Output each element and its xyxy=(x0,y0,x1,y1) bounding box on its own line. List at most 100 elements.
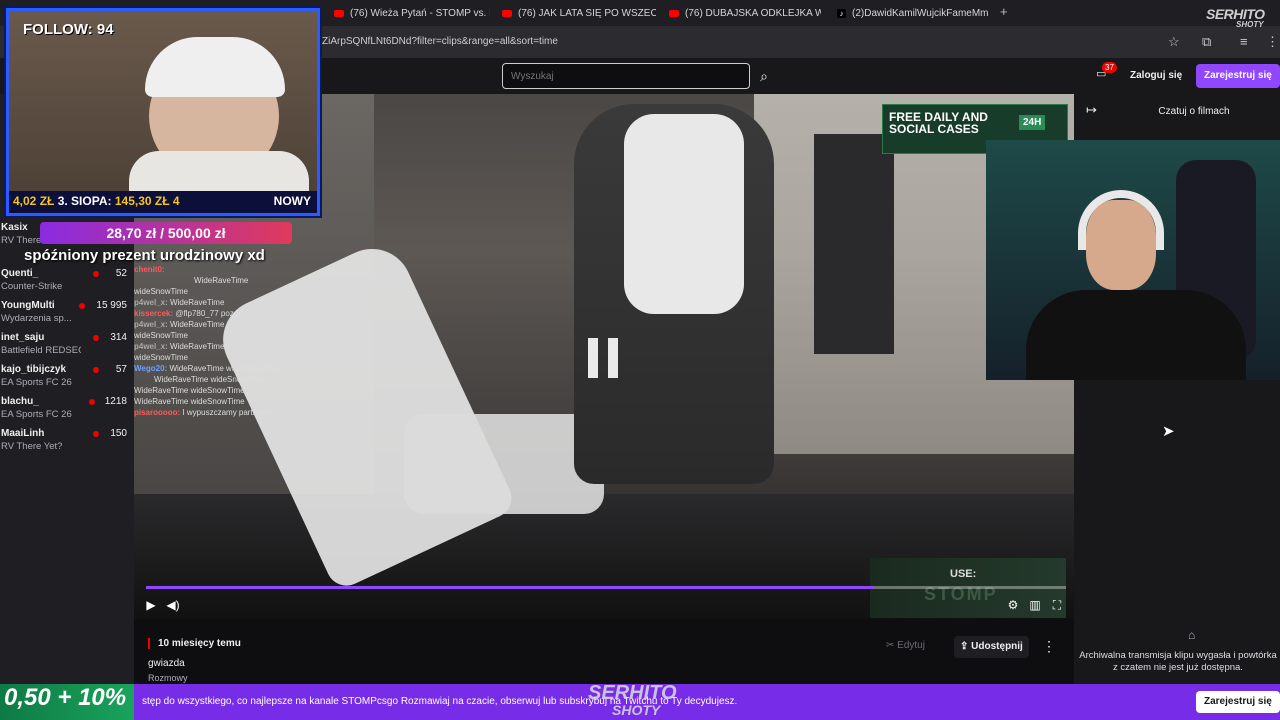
share-label: Udostępnij xyxy=(971,641,1023,652)
stats-value: 4 xyxy=(172,194,180,208)
channel-name: kajo_tibijczyk xyxy=(1,364,67,375)
chat-message: kissercek: @flp780_77 pozdro xyxy=(134,308,344,319)
promo-overlay: 0,50 + 10% xyxy=(0,684,134,720)
chat-panel-title: Czatuj o filmach xyxy=(1158,106,1230,117)
donation-goal-bar: 28,70 zł / 500,00 zł xyxy=(40,222,292,244)
viewer-count: 52 xyxy=(115,268,127,279)
menu-icon[interactable]: ⋮ xyxy=(1266,34,1279,50)
share-button[interactable]: ⇪ Udostępnij xyxy=(954,636,1029,658)
viewer-count: 15 995 xyxy=(96,300,127,311)
tab-label: (2)DawidKamilWujcikFameMm xyxy=(852,7,989,19)
channel-game: Battlefield REDSEC xyxy=(1,345,81,356)
url-text[interactable]: ZiArpSQNfLNt6DNd?filter=clips&range=all&… xyxy=(322,36,558,47)
chat-message: pisarooooo: I wypuszczamy partnerkę xyxy=(134,407,344,418)
chat-user: p4wel_x: xyxy=(134,320,168,329)
stream-chat-overlay: chenit0: WideRaveTime wideSnowTime p4wel… xyxy=(134,264,344,524)
viewer-count: 314 xyxy=(110,332,127,343)
chat-text: WideRaveTime xyxy=(170,342,225,351)
pause-icon[interactable] xyxy=(588,338,622,378)
browser-tab[interactable]: (76) Wieża Pytań - STOMP vs. M ✕ xyxy=(334,2,490,24)
headphones xyxy=(1078,190,1164,250)
volume-icon[interactable]: ◀) xyxy=(164,596,182,614)
channel-game: Wydarzenia sp... xyxy=(1,313,72,324)
notification-badge: 37 xyxy=(1102,62,1117,73)
archive-message: Archiwalna transmisja klipu wygasła i po… xyxy=(1079,650,1277,673)
bookmark-star-icon[interactable]: ☆ xyxy=(1168,34,1180,50)
video-progress-bar[interactable] xyxy=(146,586,1066,589)
chat-text: WideRaveTime wideSnowTime xyxy=(154,375,265,384)
youtube-icon xyxy=(669,9,679,17)
chat-message: WideRaveTime xyxy=(134,275,344,286)
sidebar-channel[interactable]: inet_saju Battlefield REDSEC 314 xyxy=(1,332,131,360)
chat-user: chenit0: xyxy=(134,265,165,274)
settings-icon[interactable]: ⚙ xyxy=(1004,596,1022,614)
channel-name: blachu_ xyxy=(1,396,39,407)
use-label: USE: xyxy=(950,568,977,580)
stats-value: 4,02 ZŁ xyxy=(13,194,55,208)
chat-text: WideRaveTime wideSnowTime xyxy=(134,397,245,406)
chat-message: WideRaveTime wideSnowTime xyxy=(134,385,344,396)
youtube-icon xyxy=(334,9,344,17)
chat-message: p4wel_x: WideRaveTime xyxy=(134,341,344,352)
sidebar-channel[interactable]: YoungMulti Wydarzenia sp... 15 995 xyxy=(1,300,131,328)
chat-message: p4wel_x: WideRaveTime xyxy=(134,297,344,308)
stream-stats-bar: 4,02 ZŁ 3. SIOPA: 145,30 ZŁ 4 NOWY xyxy=(9,191,317,213)
chat-user: Wego20: xyxy=(134,364,168,373)
viewer-count: 150 xyxy=(110,428,127,439)
chat-user: pisarooooo: xyxy=(134,408,181,417)
webcam-scene xyxy=(145,37,285,97)
archive-icon: ⌂ xyxy=(1188,628,1196,642)
search-icon[interactable]: ⌕ xyxy=(752,63,776,89)
media-icon[interactable]: ≡ xyxy=(1240,34,1248,49)
webcam-scene xyxy=(1026,290,1246,380)
browser-tab[interactable]: (76) JAK LATA SIĘ PO WSZECH ✕ xyxy=(502,2,656,24)
progress-fill xyxy=(146,586,873,589)
extensions-icon[interactable]: ⧉ xyxy=(1202,34,1211,50)
channel-name: Kasix xyxy=(1,222,28,233)
sidebar-channel[interactable]: kajo_tibijczyk EA Sports FC 26 57 xyxy=(1,364,131,392)
tiktok-icon: ♪ xyxy=(837,8,846,18)
clip-title: gwiazda xyxy=(148,658,185,669)
chat-message: WideRaveTime wideSnowTime xyxy=(134,396,344,407)
live-indicator-icon xyxy=(93,367,99,373)
theater-mode-icon[interactable]: ▥ xyxy=(1026,596,1044,614)
chat-user: p4wel_x: xyxy=(134,342,168,351)
chat-text: WideRaveTime xyxy=(170,298,225,307)
promo-badge: 24H xyxy=(1019,115,1046,130)
login-button[interactable]: Zaloguj się xyxy=(1126,64,1186,88)
channel-game: EA Sports FC 26 xyxy=(1,409,72,420)
sidebar-channel[interactable]: Quenti_ Counter-Strike 52 xyxy=(1,268,131,296)
edit-label: Edytuj xyxy=(897,640,925,651)
channel-game: Counter-Strike xyxy=(1,281,63,292)
viewer-count: 57 xyxy=(115,364,127,375)
chat-text: wideSnowTime xyxy=(134,353,188,362)
edit-button[interactable]: ✂ Edytuj xyxy=(886,640,925,651)
live-indicator-icon xyxy=(93,335,99,341)
browser-tab[interactable]: (76) DUBAJSKA ODKLEJKA WE ✕ xyxy=(669,2,821,24)
viewer-count: 1218 xyxy=(104,396,127,407)
more-options-icon[interactable]: ⋮ xyxy=(1042,638,1056,655)
chat-text: WideRaveTime xyxy=(170,320,225,329)
fullscreen-icon[interactable]: ⛶ xyxy=(1048,596,1066,614)
chat-user: kissercek: xyxy=(134,309,174,318)
search-input[interactable] xyxy=(502,63,750,89)
play-icon[interactable]: ▶ xyxy=(142,596,160,614)
clip-category[interactable]: Rozmowy xyxy=(148,673,188,683)
channel-name: YoungMulti xyxy=(1,300,55,311)
signup-button[interactable]: Zarejestruj się xyxy=(1196,64,1280,88)
youtube-icon xyxy=(502,9,512,17)
stats-value: 145,30 ZŁ xyxy=(114,194,170,208)
video-scene xyxy=(814,134,894,354)
mouse-cursor-icon: ➤ xyxy=(1162,423,1175,440)
sidebar-channel[interactable]: blachu_ EA Sports FC 26 1218 xyxy=(1,396,131,424)
chat-message: chenit0: xyxy=(134,264,344,275)
chat-message: wideSnowTime xyxy=(134,286,344,297)
streamer-webcam-overlay: FOLLOW: 94 4,02 ZŁ 3. SIOPA: 145,30 ZŁ 4… xyxy=(6,8,320,216)
webcam-scene xyxy=(129,151,309,191)
browser-tab[interactable]: ♪ (2)DawidKamilWujcikFameMm ✕ xyxy=(837,2,989,24)
new-tab-icon[interactable]: + xyxy=(1000,4,1008,19)
banner-signup-button[interactable]: Zarejestruj się xyxy=(1196,691,1280,713)
sidebar-channel[interactable]: MaaiLinh RV There Yet? 150 xyxy=(1,428,131,456)
tab-label: (76) DUBAJSKA ODKLEJKA WE xyxy=(685,7,821,19)
chat-text: wideSnowTime xyxy=(134,287,188,296)
